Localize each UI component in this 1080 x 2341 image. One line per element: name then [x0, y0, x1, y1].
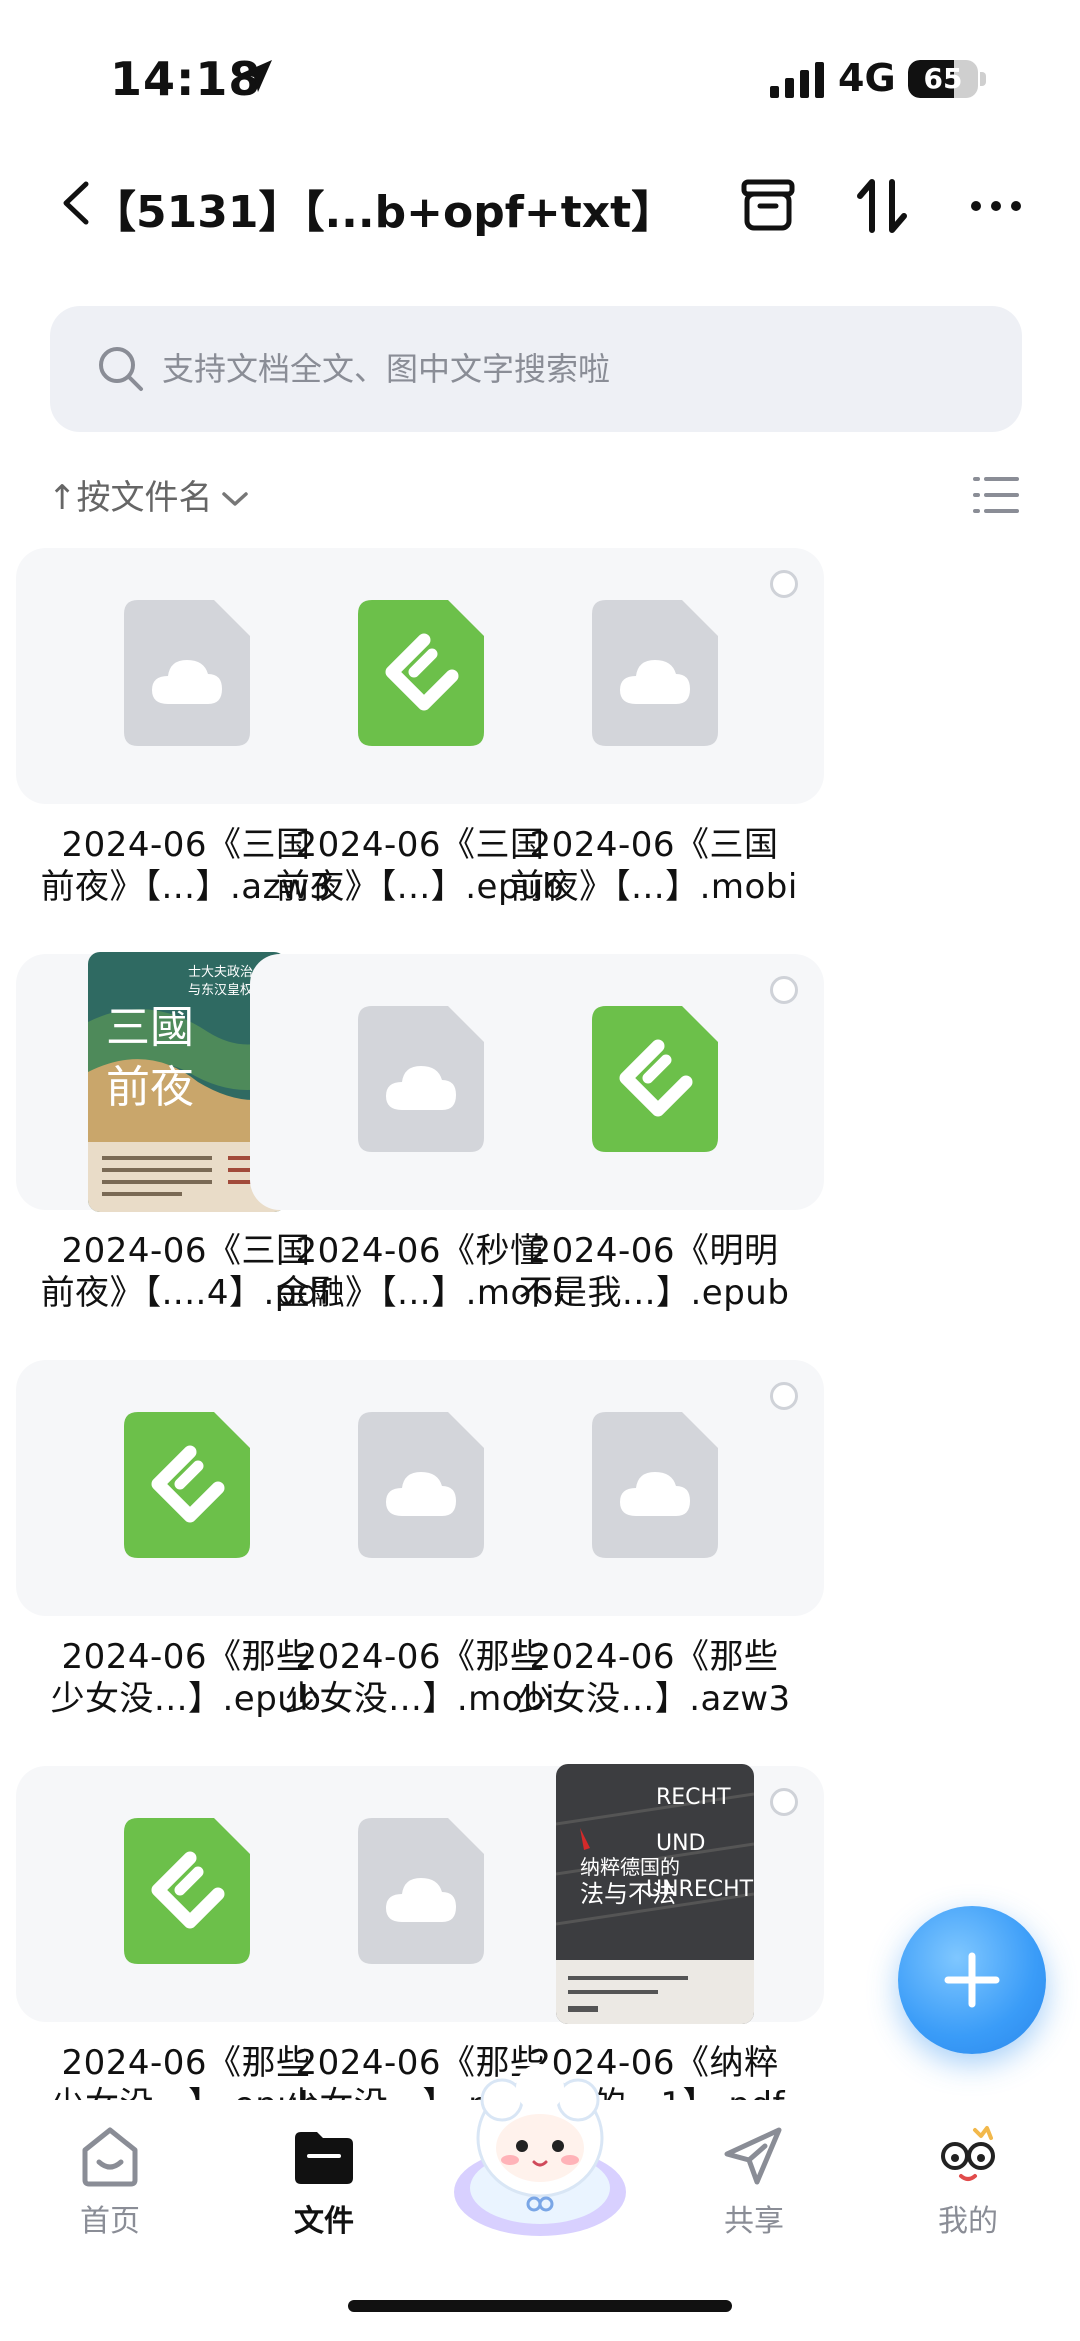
cloud-file-icon: [358, 1006, 484, 1152]
select-checkbox[interactable]: [770, 1382, 798, 1410]
file-thumbnail[interactable]: RECHT UND UNRECHT 纳粹德国的 法与不法: [484, 1764, 824, 2024]
epub-file-icon: [592, 1006, 718, 1152]
page-title: 【5131】【...b+opf+txt】: [92, 187, 676, 238]
tab-files-label: 文件: [294, 2204, 354, 2239]
tab-home-label: 首页: [80, 2204, 140, 2239]
search-input[interactable]: 支持文档全文、图中文字搜索啦: [50, 306, 1022, 432]
file-name: 2024-06《明明 不是我...】.epub: [484, 1230, 824, 1314]
list-view-icon[interactable]: [972, 474, 1020, 516]
epub-file-icon: [358, 600, 484, 746]
file-name-line1: 2024-06《明明: [529, 1231, 779, 1271]
select-checkbox[interactable]: [770, 976, 798, 1004]
cloud-file-icon: [124, 600, 250, 746]
tab-profile-label: 我的: [938, 2204, 998, 2239]
file-grid: 2024-06《三国 前夜》【...】.azw3 2024-06《三国 前夜》【…: [16, 548, 1064, 2104]
sort-arrows-icon[interactable]: [852, 176, 912, 236]
profile-icon: [941, 2126, 995, 2181]
file-thumbnail[interactable]: [484, 548, 824, 804]
battery-level: 65: [923, 62, 963, 95]
svg-text:法与不法: 法与不法: [580, 1880, 676, 1908]
file-name-line2: 前夜》【...】.mobi: [510, 867, 798, 907]
status-bar: 14:18 4G 65: [0, 0, 1080, 150]
chevron-down-icon: [221, 492, 248, 506]
tab-home[interactable]: 首页: [30, 2124, 190, 2240]
add-button[interactable]: [898, 1906, 1046, 2054]
file-name-line2: 少女没...】.azw3: [517, 1679, 791, 1719]
tab-share[interactable]: 共享: [674, 2124, 834, 2240]
svg-text:RECHT: RECHT: [656, 1785, 731, 1810]
file-name-line2: 不是我...】.epub: [518, 1273, 790, 1313]
cloud-file-icon: [592, 1412, 718, 1558]
tab-share-label: 共享: [724, 2204, 784, 2239]
battery-tip: [980, 72, 986, 86]
sort-dropdown[interactable]: ↑按文件名: [48, 470, 249, 519]
svg-text:士大夫政治: 士大夫政治: [188, 965, 253, 980]
location-arrow-icon: [240, 60, 272, 92]
file-name: 2024-06《那些 少女没...】.azw3: [484, 1636, 824, 1720]
folder-icon: [295, 2132, 353, 2184]
cloud-file-icon: [592, 600, 718, 746]
archive-box-icon[interactable]: [738, 176, 798, 236]
home-icon: [82, 2127, 138, 2187]
file-item[interactable]: 2024-06《那些 少女没...】.azw3: [484, 1360, 824, 1720]
sort-label: ↑按文件名: [48, 478, 213, 518]
file-name: 2024-06《三国 前夜》【...】.mobi: [484, 824, 824, 908]
file-name-line1: 2024-06《三国: [529, 825, 779, 865]
file-item[interactable]: RECHT UND UNRECHT 纳粹德国的 法与不法 2024-06《纳粹 …: [484, 1764, 824, 2104]
file-item[interactable]: 2024-06《三国 前夜》【...】.mobi: [484, 548, 824, 908]
svg-text:纳粹德国的: 纳粹德国的: [580, 1855, 680, 1879]
file-name-line1: 2024-06《那些: [529, 1637, 779, 1677]
svg-text:前夜: 前夜: [106, 1062, 194, 1113]
search-icon: [99, 347, 143, 391]
tab-profile[interactable]: 我的: [888, 2124, 1048, 2240]
search-placeholder: 支持文档全文、图中文字搜索啦: [162, 350, 611, 388]
select-checkbox[interactable]: [770, 1788, 798, 1816]
epub-file-icon: [124, 1818, 250, 1964]
back-chevron-icon[interactable]: [58, 180, 94, 226]
book-cover-recht: RECHT UND UNRECHT 纳粹德国的 法与不法: [556, 1764, 754, 2024]
home-indicator: [348, 2300, 732, 2312]
file-item[interactable]: 2024-06《明明 不是我...】.epub: [484, 954, 824, 1314]
share-icon: [724, 2127, 782, 2185]
battery-icon: 65: [908, 60, 978, 98]
svg-text:UND: UND: [656, 1831, 706, 1856]
network-type: 4G: [838, 56, 896, 100]
epub-file-icon: [124, 1412, 250, 1558]
select-checkbox[interactable]: [770, 570, 798, 598]
file-thumbnail[interactable]: [484, 954, 824, 1210]
cover-title: 三國: [106, 1002, 194, 1053]
cellular-signal-icon: [770, 62, 824, 98]
file-thumbnail[interactable]: [484, 1360, 824, 1616]
plus-icon: [944, 1952, 1000, 2008]
cloud-file-icon: [358, 1818, 484, 1964]
mascot-avatar[interactable]: [444, 2064, 636, 2240]
more-options-icon[interactable]: [966, 176, 1026, 236]
cloud-file-icon: [358, 1412, 484, 1558]
tab-files[interactable]: 文件: [244, 2124, 404, 2240]
